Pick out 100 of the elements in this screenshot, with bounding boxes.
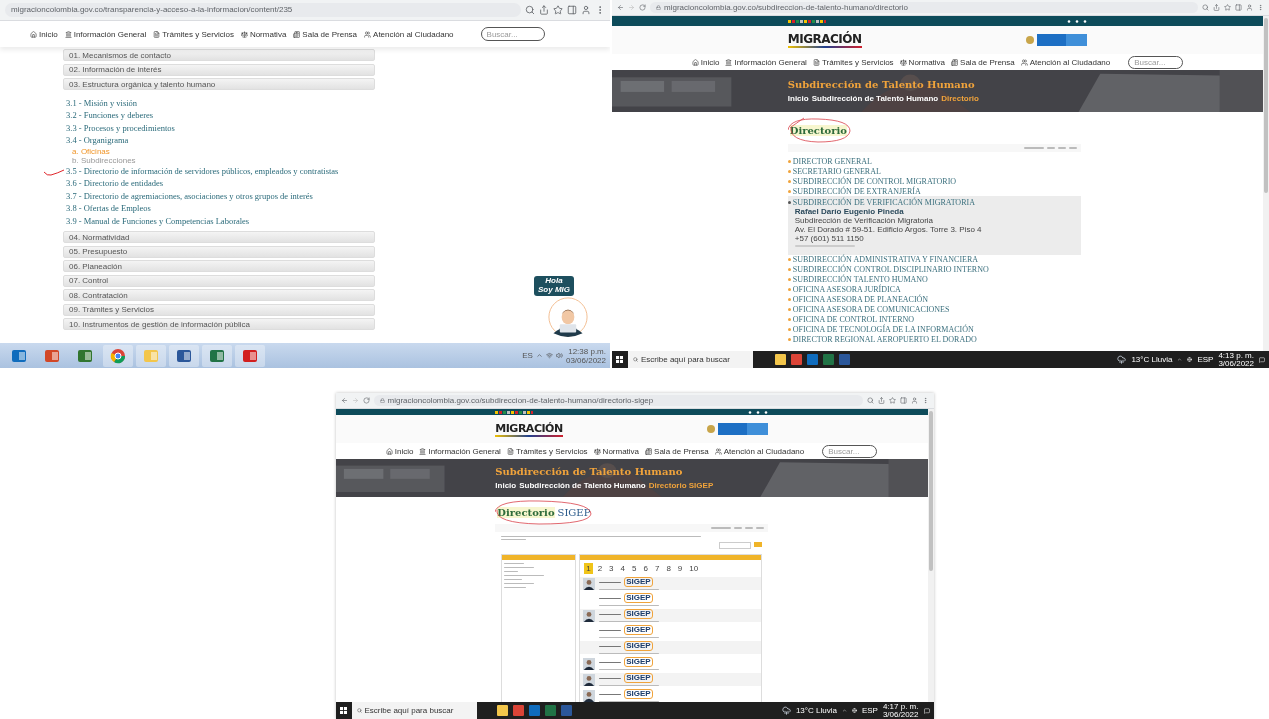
nav-link[interactable]: Información General [725, 57, 807, 67]
nav-link[interactable]: Inicio [30, 29, 58, 39]
language-indicator[interactable]: ESP [861, 706, 878, 715]
assistant-sign[interactable]: Hola Soy MIG [534, 276, 574, 296]
project-app-icon[interactable] [77, 347, 93, 364]
document-app-icon[interactable] [176, 347, 192, 364]
sigep-badge[interactable]: SIGEP [624, 577, 653, 588]
page-link[interactable]: 8 [664, 563, 673, 574]
mail-app-icon[interactable] [11, 347, 27, 364]
language-indicator[interactable]: ES [522, 351, 533, 360]
accordion-header[interactable]: 06. Planeación [63, 260, 375, 272]
breadcrumb-link[interactable]: Directorio SIGEP [648, 481, 714, 490]
search-button[interactable] [753, 542, 762, 547]
share-icon[interactable] [877, 397, 885, 404]
notifications-icon[interactable] [1259, 356, 1265, 363]
nav-link[interactable]: Trámites y Servicios [812, 57, 894, 67]
star-icon[interactable] [553, 5, 563, 15]
search-icon[interactable] [866, 397, 874, 404]
page-link[interactable]: 3 [607, 563, 616, 574]
social-icons[interactable] [1067, 19, 1088, 23]
search-icon[interactable] [525, 5, 535, 15]
spreadsheet-app-icon[interactable] [544, 705, 556, 716]
start-icon[interactable] [616, 356, 623, 363]
accordion-header[interactable]: 04. Normatividad [63, 231, 375, 243]
clock[interactable]: 4:13 p. m. 3/06/2022 [1218, 351, 1254, 368]
sigep-badge[interactable]: SIGEP [624, 689, 653, 700]
share-icon[interactable] [1213, 4, 1220, 11]
directory-entry[interactable]: DIRECTOR REGIONAL AEROPUERTO EL DORADO [787, 334, 1081, 345]
page-link[interactable]: 2 [595, 563, 605, 574]
directory-entry[interactable]: OFICINA ASESORA DE COMUNICACIONES [787, 304, 1081, 315]
language-indicator[interactable]: ESP [1197, 355, 1214, 364]
breadcrumb-link[interactable]: Subdirección de Talento Humano [811, 94, 939, 103]
directory-entry[interactable]: OFICINA DE TECNOLOGÍA DE LA INFORMACIÓN [787, 324, 1081, 335]
nav-link[interactable]: Normativa [899, 57, 946, 67]
assistant-figure-drawing[interactable] [548, 297, 588, 337]
directory-entry[interactable]: SUBDIRECCIÓN ADMINISTRATIVA Y FINANCIERA [787, 254, 1081, 265]
scrollbar-thumb[interactable] [1264, 18, 1268, 193]
section-link[interactable]: 3.1 - Misión y visión [66, 96, 610, 109]
section-link[interactable]: 3.5 - Directorio de información de servidores públicos, empleados y contratistas [66, 164, 610, 177]
weather-text[interactable]: 13°C Lluvia [1131, 355, 1173, 364]
section-link[interactable]: 3.4 - Organigrama [66, 134, 610, 147]
sigep-badge[interactable]: SIGEP [624, 657, 653, 668]
nav-link[interactable]: Normativa [240, 29, 287, 39]
clock[interactable]: 4:17 p. m. 3/06/2022 [882, 702, 919, 719]
search-icon[interactable] [1202, 4, 1209, 11]
nav-link[interactable]: Inicio [385, 446, 414, 456]
nav-link[interactable]: Trámites y Servicios [506, 446, 588, 456]
start-icon[interactable] [339, 707, 347, 714]
directory-entry[interactable]: OFICINA ASESORA JURÍDICA [787, 284, 1081, 295]
side-panel-icon[interactable] [899, 397, 907, 404]
browser-icon[interactable] [110, 347, 126, 364]
directory-entry[interactable]: SUBDIRECCIÓN DE EXTRANJERÍA [787, 186, 1081, 196]
sigep-badge[interactable]: SIGEP [624, 593, 653, 604]
sigep-badge[interactable]: SIGEP [624, 641, 653, 652]
directory-entry[interactable]: SUBDIRECCIÓN DE CONTROL MIGRATORIO [787, 176, 1081, 186]
address-bar[interactable]: migracioncolombia.gov.co/transparencia-y-acceso-a-la-informacion/content/235 [5, 2, 521, 18]
taskbar-search-field[interactable]: Escribe aquí para buscar [628, 351, 753, 368]
tray-expand-icon[interactable] [535, 352, 543, 359]
reload-icon[interactable] [639, 4, 646, 11]
notifications-icon[interactable] [923, 707, 930, 714]
search-input[interactable] [718, 542, 751, 549]
directory-entry[interactable]: SUBDIRECCIÓN DE VERIFICACIÓN MIGRATORIA Rafael Darío Eugenio Pineda Subdirección de Verificación Migratoria Av. El Dorado # 59-51. Edificio Argos. Torre 3. Piso 4 +57 (601) 511 1150 [787, 196, 1081, 255]
breadcrumb-link[interactable]: Inicio [495, 481, 517, 490]
side-panel-icon[interactable] [567, 5, 577, 15]
nav-link[interactable]: Atención al Ciudadano [714, 446, 805, 456]
tray-expand-icon[interactable] [841, 708, 847, 713]
folder-icon[interactable] [496, 705, 508, 716]
nav-link[interactable]: Sala de Prensa [293, 29, 358, 39]
profile-icon[interactable] [581, 5, 591, 15]
reload-icon[interactable] [362, 397, 370, 404]
tray-expand-icon[interactable] [1177, 357, 1183, 362]
volume-icon[interactable] [555, 352, 563, 359]
spreadsheet-app-icon[interactable] [209, 347, 225, 364]
page-link[interactable]: 6 [641, 563, 650, 574]
profile-icon[interactable] [1246, 4, 1253, 11]
star-icon[interactable] [888, 397, 896, 404]
weather-icon[interactable] [1117, 355, 1127, 364]
accordion-header[interactable]: 07. Control [63, 274, 375, 287]
profile-icon[interactable] [910, 397, 918, 404]
sigep-badge[interactable]: SIGEP [624, 673, 653, 684]
directory-entry[interactable]: SUBDIRECCIÓN TALENTO HUMANO [787, 274, 1081, 285]
sigep-badge[interactable]: SIGEP [624, 609, 653, 620]
nav-link[interactable]: Trámites y Servicios [153, 29, 234, 39]
nav-link[interactable]: Atención al Ciudadano [1020, 57, 1111, 67]
page-link[interactable]: 9 [675, 563, 685, 574]
browser-icon[interactable] [512, 705, 524, 716]
breadcrumb-link[interactable]: Directorio [941, 94, 979, 103]
clock[interactable]: 12:38 p.m. 03/06/2022 [565, 346, 606, 365]
section-link[interactable]: 3.3 - Procesos y procedimientos [66, 121, 610, 134]
address-bar[interactable]: migracioncolombia.gov.co/subdireccion-de-talento-humano/directorio-sigep [373, 395, 863, 406]
breadcrumb-link[interactable]: Subdirección de Talento Humano [519, 481, 646, 490]
document-app-icon[interactable] [560, 705, 572, 716]
directory-entry[interactable]: SUBDIRECCIÓN CONTROL DISCIPLINARIO INTERNO [787, 264, 1081, 275]
weather-text[interactable]: 13°C Lluvia [795, 706, 837, 715]
weather-icon[interactable] [781, 706, 791, 715]
section-link[interactable]: 3.7 - Directorio de agremiaciones, asociaciones y otros grupos de interés [66, 189, 610, 202]
page-link[interactable]: 5 [630, 563, 639, 574]
scrollbar-thumb[interactable] [928, 411, 933, 571]
directory-entry[interactable]: OFICINA DE CONTROL INTERNO [787, 314, 1081, 325]
directory-entry[interactable]: OFICINA ASESORA DE PLANEACIÓN [787, 294, 1081, 305]
